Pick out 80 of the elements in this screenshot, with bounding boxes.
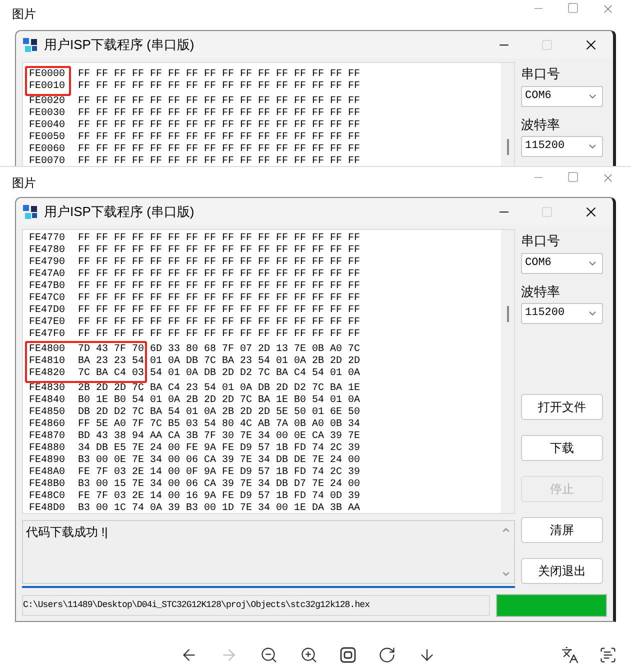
- address-cell-text: FE4830: [29, 383, 66, 395]
- address-cell-text: FE48D0: [29, 503, 66, 513]
- address-cell-text: FE0050: [29, 132, 66, 144]
- field-label: 波特率: [521, 116, 561, 134]
- hex-bytes: FF FF FF FF FF FF FF FF FF FF FF FF FF FF FF FF: [78, 317, 360, 329]
- hex-bytes: FF FF FF FF FF FF FF FF FF FF FF FF FF FF FF FF: [78, 269, 360, 281]
- field-label: 串口号: [521, 232, 561, 250]
- hex-bytes: FF FF FF FF FF FF FF FF FF FF FF FF FF FF FF FF: [78, 81, 360, 93]
- hex-bytes: B3 00 15 7E 34 00 06 CA 39 7E 34 DB D7 7E 24 00: [78, 479, 360, 491]
- hex-bytes: FF FF FF FF FF FF FF FF FF FF FF FF FF FF FF FF: [78, 108, 360, 120]
- hex-bytes: FF FF FF FF FF FF FF FF FF FF FF FF FF FF FF FF: [78, 329, 360, 341]
- address-cell-text: FE4890: [29, 455, 66, 467]
- action-button[interactable]: 下载: [521, 435, 603, 461]
- address-cell-text: FE0040: [29, 120, 66, 132]
- address-cell-text: FE48B0: [29, 479, 66, 491]
- address-cell-text: FE0070: [29, 156, 66, 166]
- hex-bytes: B0 1E B0 54 01 0A 2B 2D 2D 7C BA 1E B0 54 01 0A: [78, 395, 360, 407]
- hex-bytes: FE 7F 03 2E 14 00 0F 9A FE D9 57 1B FD 74 2C 39: [78, 467, 360, 479]
- hex-bytes: FF FF FF FF FF FF FF FF FF FF FF FF FF FF FF FF: [78, 120, 360, 132]
- app-title: 用户ISP下载程序 (串口版): [44, 202, 194, 221]
- address-cell-text: FE4850: [29, 407, 66, 419]
- path-field[interactable]: C:\Users\11489\Desktop\D04i_STC32G12K128\proj\Objects\stc32g12k128.hex: [22, 595, 490, 616]
- hex-bytes: FF FF FF FF FF FF FF FF FF FF FF FF FF FF FF FF: [78, 144, 360, 156]
- hex-bytes: FF FF FF FF FF FF FF FF FF FF FF FF FF FF FF FF: [78, 233, 360, 245]
- hex-bytes: FF FF FF FF FF FF FF FF FF FF FF FF FF FF FF FF: [78, 132, 360, 144]
- address-cell-text: FE0010: [29, 81, 66, 93]
- action-button[interactable]: 清屏: [521, 517, 603, 543]
- hex-bytes: FE 7F 03 2E 14 00 16 9A FE D9 57 1B FD 74 0D 39: [78, 491, 360, 503]
- field-label: 串口号: [521, 65, 561, 83]
- hex-bytes: BA 23 23 54 01 0A DB 7C BA 23 54 01 0A 2B 2D 2D: [78, 356, 360, 368]
- window-title: 图片: [12, 6, 36, 23]
- log-text: 代码下载成功 !|: [25, 524, 109, 541]
- address-cell-text: FE4820: [29, 368, 66, 380]
- address-cell-text: FE4770: [29, 233, 66, 245]
- hex-bytes: FF FF FF FF FF FF FF FF FF FF FF FF FF FF FF FF: [78, 305, 360, 317]
- dropdown[interactable]: 115200: [521, 303, 603, 324]
- hex-bytes: 34 DB E5 7E 24 00 FE 9A FE D9 57 1B FD 74 2C 39: [78, 443, 360, 455]
- address-cell-text: FE4810: [29, 356, 66, 368]
- address-cell-text: FE47E0: [29, 317, 66, 329]
- hex-bytes: FF FF FF FF FF FF FF FF FF FF FF FF FF FF FF FF: [78, 257, 360, 269]
- hex-bytes: B3 00 1C 74 0A 39 B3 00 1D 7E 34 00 1E DA 3B AA: [78, 503, 360, 513]
- address-cell-text: FE0060: [29, 144, 66, 156]
- address-cell-text: FE0030: [29, 108, 66, 120]
- action-button[interactable]: 关闭退出: [521, 558, 603, 584]
- action-button[interactable]: 打开文件: [521, 394, 603, 420]
- hex-bytes: 7C BA C4 03 54 01 0A DB 2D D2 7C BA C4 54 01 0A: [78, 368, 360, 380]
- address-cell-text: FE4790: [29, 257, 66, 269]
- field-label: 波特率: [521, 282, 561, 300]
- hex-bytes: 7D 43 7F 70 6D 33 80 68 7F 07 2D 13 7E 0B A0 7C: [78, 344, 360, 356]
- hex-bytes: FF FF FF FF FF FF FF FF FF FF FF FF FF FF FF FF: [78, 281, 360, 293]
- dropdown[interactable]: COM6: [521, 86, 603, 106]
- hex-bytes: B3 00 0E 7E 34 00 06 CA 39 7E 34 DB DE 7E 24 00: [78, 455, 360, 467]
- address-cell-text: FE48A0: [29, 467, 66, 479]
- dropdown[interactable]: 115200: [521, 136, 603, 157]
- dropdown[interactable]: COM6: [521, 252, 603, 274]
- address-cell-text: FE47B0: [29, 281, 66, 293]
- hex-bytes: FF FF FF FF FF FF FF FF FF FF FF FF FF FF FF FF: [78, 69, 360, 81]
- address-cell-text: FE4860: [29, 419, 66, 431]
- address-cell-text: FE0000: [29, 69, 66, 81]
- hex-bytes: FF FF FF FF FF FF FF FF FF FF FF FF FF FF FF FF: [78, 293, 360, 305]
- address-cell-text: FE0020: [29, 96, 66, 108]
- app-title: 用户ISP下载程序 (串口版): [44, 36, 194, 54]
- hex-bytes: DB 2D D2 7C BA 54 01 0A 2B 2D 2D 5E 50 01 6E 50: [78, 407, 360, 419]
- window-title: 图片: [12, 175, 36, 192]
- address-cell-text: FE47D0: [29, 305, 66, 317]
- address-cell-text: FE47F0: [29, 329, 66, 341]
- address-cell-text: FE47A0: [29, 269, 66, 281]
- address-cell-text: FE47C0: [29, 293, 66, 305]
- address-cell-text: FE4840: [29, 395, 66, 407]
- hex-bytes: FF 5E A0 7F 7C B5 03 54 80 4C AB 7A 0B A0 0B 34: [78, 419, 360, 431]
- hex-bytes: 2B 2D 2D 7C BA C4 23 54 01 0A DB 2D D2 7C BA 1E: [78, 383, 360, 395]
- hex-bytes: FF FF FF FF FF FF FF FF FF FF FF FF FF FF FF FF: [78, 156, 360, 166]
- address-cell-text: FE4880: [29, 443, 66, 455]
- hex-bytes: BD 43 38 94 AA CA 3B 7F 30 7E 34 00 0E CA 39 7E: [78, 431, 360, 443]
- address-cell-text: FE4870: [29, 431, 66, 443]
- address-cell-text: FE4780: [29, 245, 66, 257]
- hex-bytes: FF FF FF FF FF FF FF FF FF FF FF FF FF FF FF FF: [78, 96, 360, 108]
- address-cell-text: FE48C0: [29, 491, 66, 503]
- hex-bytes: FF FF FF FF FF FF FF FF FF FF FF FF FF FF FF FF: [78, 245, 360, 257]
- address-cell-text: FE4800: [29, 344, 66, 356]
